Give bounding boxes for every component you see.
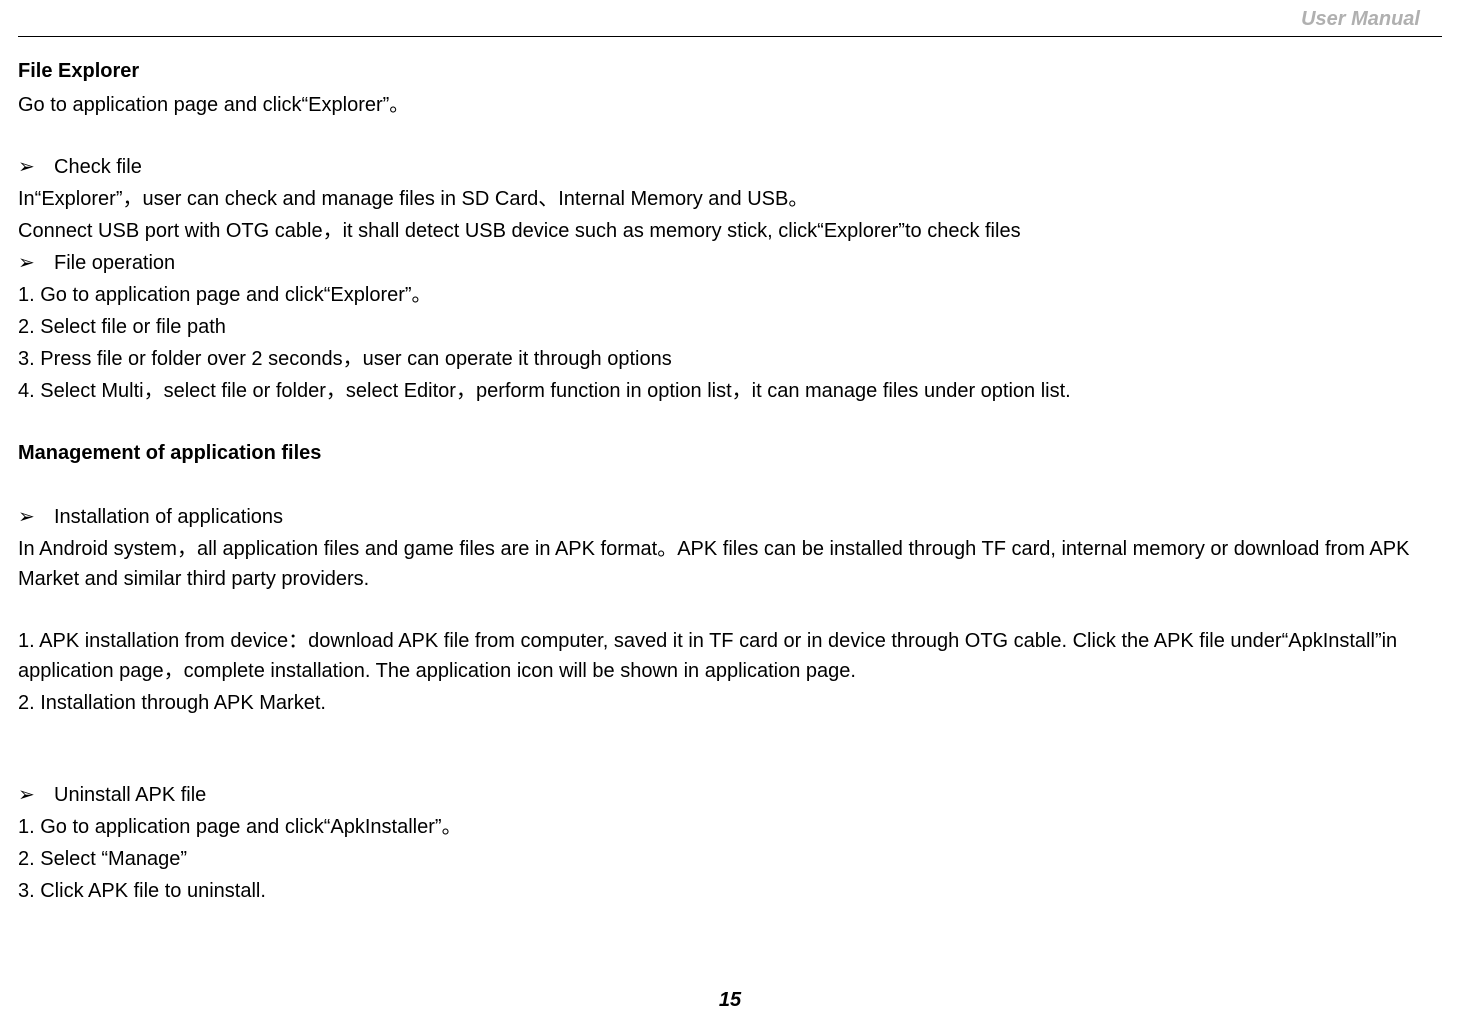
bullet-uninstall: ➢ Uninstall APK file bbox=[18, 780, 1442, 810]
section1-p1: In“Explorer”，user can check and manage f… bbox=[18, 184, 1442, 214]
header-rule bbox=[18, 36, 1442, 37]
bullet-check-file: ➢ Check file bbox=[18, 152, 1442, 182]
section1-step1: 1. Go to application page and click“Expl… bbox=[18, 280, 1442, 310]
section1-step3: 3. Press file or folder over 2 seconds，u… bbox=[18, 344, 1442, 374]
section1-intro: Go to application page and click“Explore… bbox=[18, 90, 1442, 120]
bullet-icon: ➢ bbox=[18, 152, 40, 182]
bullet-file-operation: ➢ File operation bbox=[18, 248, 1442, 278]
section2-p1: In Android system，all application files … bbox=[18, 534, 1442, 594]
section2-p2: 1. APK installation from device：download… bbox=[18, 626, 1442, 686]
section1-p2: Connect USB port with OTG cable，it shall… bbox=[18, 216, 1442, 246]
section1-step2: 2. Select file or file path bbox=[18, 312, 1442, 342]
section2-p3: 2. Installation through APK Market. bbox=[18, 688, 1442, 718]
page-content: File Explorer Go to application page and… bbox=[18, 56, 1442, 908]
uninstall-step1: 1. Go to application page and click“ApkI… bbox=[18, 812, 1442, 842]
bullet-file-operation-label: File operation bbox=[54, 248, 175, 278]
section1-title: File Explorer bbox=[18, 56, 1442, 86]
bullet-check-file-label: Check file bbox=[54, 152, 142, 182]
bullet-installation: ➢ Installation of applications bbox=[18, 502, 1442, 532]
uninstall-step3: 3. Click APK file to uninstall. bbox=[18, 876, 1442, 906]
bullet-icon: ➢ bbox=[18, 248, 40, 278]
bullet-installation-label: Installation of applications bbox=[54, 502, 283, 532]
section2-title: Management of application files bbox=[18, 438, 1442, 468]
section1-step4: 4. Select Multi，select file or folder，se… bbox=[18, 376, 1442, 406]
bullet-icon: ➢ bbox=[18, 502, 40, 532]
uninstall-step2: 2. Select “Manage” bbox=[18, 844, 1442, 874]
page-number: 15 bbox=[0, 989, 1460, 1012]
header-label: User Manual bbox=[1301, 8, 1420, 31]
bullet-icon: ➢ bbox=[18, 780, 40, 810]
bullet-uninstall-label: Uninstall APK file bbox=[54, 780, 206, 810]
